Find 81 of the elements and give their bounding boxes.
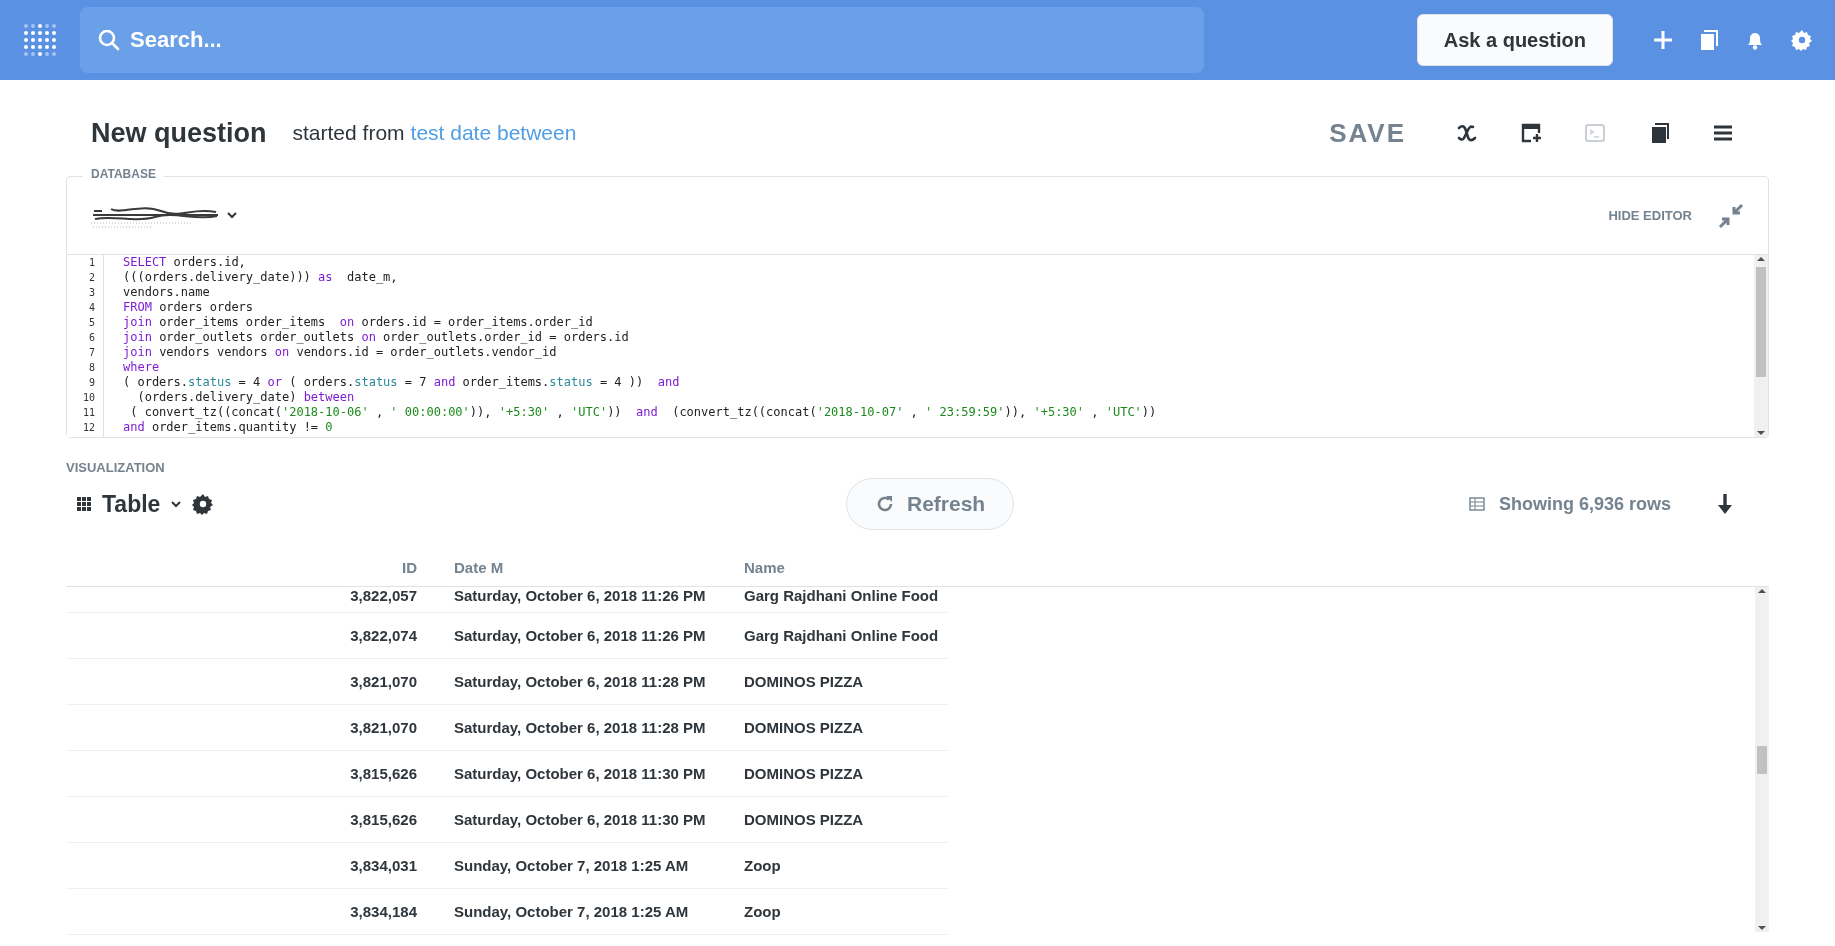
scrollbar-thumb[interactable] bbox=[1756, 267, 1766, 377]
table-cell-text: Sunday, October 7, 2018 1:25 AM bbox=[453, 857, 690, 874]
table-cell-text: Saturday, October 6, 2018 11:26 PM bbox=[453, 627, 707, 644]
visualization-type[interactable]: Table bbox=[102, 490, 161, 518]
table-cell-text: 3,834,031 bbox=[349, 857, 418, 874]
code-line: FROM orders orders bbox=[123, 300, 255, 315]
table-cell-text: Garg Rajdhani Online Food bbox=[743, 587, 940, 604]
code-line: and order_items.quantity != 0 bbox=[123, 420, 334, 435]
hide-editor-button[interactable]: HIDE EDITOR bbox=[1602, 207, 1698, 224]
column-header[interactable]: Date M bbox=[430, 559, 720, 576]
table-cell-text: Saturday, October 6, 2018 11:28 PM bbox=[453, 673, 707, 690]
table-cell-text: 3,834,184 bbox=[349, 903, 418, 920]
visualization-label: VISUALIZATION bbox=[66, 460, 166, 475]
table-cell-text: 3,815,626 bbox=[349, 765, 418, 782]
line-number: 6 bbox=[87, 331, 96, 345]
code-line: (orders.delivery_date) between bbox=[136, 390, 356, 405]
scroll-down-icon[interactable] bbox=[1756, 429, 1766, 437]
line-number: 8 bbox=[87, 361, 96, 375]
table-cell-text: Sunday, October 7, 2018 1:25 AM bbox=[453, 903, 690, 920]
variable-icon[interactable] bbox=[1456, 122, 1478, 144]
scrollbar[interactable] bbox=[1754, 255, 1768, 437]
code-line: join order_outlets order_outlets on order_outlets.order_id = orders.id bbox=[123, 330, 630, 345]
line-number: 4 bbox=[87, 301, 96, 315]
code-line: SELECT orders.id, bbox=[123, 255, 247, 270]
code-line: ( orders.status = 4 or ( orders.status = 7 and order_items.status = 4 )) and bbox=[123, 375, 681, 390]
ask-question-button[interactable]: Ask a question bbox=[1416, 14, 1613, 66]
line-number: 5 bbox=[87, 316, 96, 330]
table-cell-text: Saturday, October 6, 2018 11:30 PM bbox=[453, 811, 707, 828]
column-header[interactable]: ID bbox=[66, 559, 430, 576]
table-cell-text: 3,822,057 bbox=[349, 587, 418, 604]
code-line: join order_items order_items on orders.id = order_items.order_id bbox=[123, 315, 594, 330]
table-cell-text: 3,815,626 bbox=[349, 811, 418, 828]
table-cell-text: Zoop bbox=[743, 903, 782, 920]
line-number: 10 bbox=[81, 391, 96, 405]
search-field[interactable]: Search... bbox=[80, 7, 1204, 73]
add-window-icon[interactable] bbox=[1520, 122, 1542, 144]
table-cell-text: 3,821,070 bbox=[349, 673, 418, 690]
code-line: ( convert_tz((concat('2018-10-06' , ' 00:00:00')), '+5:30' , 'UTC')) and (convert_tz((concat('2018-10-07' , ' 23:59:59')), '+5:30' , 'UTC')) bbox=[129, 405, 1158, 420]
line-number: 9 bbox=[87, 376, 96, 390]
grid-icon bbox=[76, 496, 92, 512]
table-cell-text: DOMINOS PIZZA bbox=[743, 673, 865, 690]
collapse-icon[interactable] bbox=[1718, 202, 1744, 229]
row-count: Showing 6,936 rows bbox=[1498, 493, 1671, 515]
line-number: 1 bbox=[87, 256, 96, 270]
line-number: 3 bbox=[87, 286, 96, 300]
refresh-icon bbox=[875, 494, 895, 514]
table-cell-text: DOMINOS PIZZA bbox=[743, 811, 865, 828]
code-line: join vendors vendors on vendors.id = order_outlets.vendor_id bbox=[123, 345, 558, 360]
download-icon[interactable] bbox=[1717, 493, 1733, 515]
line-number: 12 bbox=[81, 421, 96, 435]
scroll-up-icon[interactable] bbox=[1757, 587, 1767, 595]
scroll-down-icon[interactable] bbox=[1757, 924, 1767, 932]
table-cell-text: Zoop bbox=[743, 857, 782, 874]
table-cell-text: 3,822,074 bbox=[349, 627, 418, 644]
table-cell-text: Saturday, October 6, 2018 11:30 PM bbox=[453, 765, 707, 782]
save-button[interactable]: SAVE bbox=[1329, 117, 1406, 149]
table-cell-text: 3,821,070 bbox=[349, 719, 418, 736]
question-title: New question bbox=[91, 117, 267, 149]
code-line: where bbox=[123, 360, 161, 375]
table-cell-text: DOMINOS PIZZA bbox=[743, 765, 865, 782]
line-number: 11 bbox=[81, 406, 96, 420]
table-cell-text: Saturday, October 6, 2018 11:28 PM bbox=[453, 719, 707, 736]
scroll-up-icon[interactable] bbox=[1756, 255, 1766, 263]
scrollbar-thumb[interactable] bbox=[1757, 745, 1767, 774]
table-cell-text: Saturday, October 6, 2018 11:26 PM bbox=[453, 587, 707, 604]
code-line: vendors.name bbox=[123, 285, 211, 300]
database-label: DATABASE bbox=[83, 167, 164, 181]
table-cell-text: Garg Rajdhani Online Food bbox=[743, 627, 940, 644]
started-from-label: started from bbox=[292, 121, 405, 145]
chevron-down-icon[interactable] bbox=[170, 500, 183, 508]
column-header[interactable]: Name bbox=[720, 559, 990, 576]
table-cell-text: DOMINOS PIZZA bbox=[743, 719, 865, 736]
source-question-link[interactable]: test date between bbox=[410, 121, 577, 145]
scrollbar[interactable] bbox=[1755, 587, 1769, 932]
plus-icon[interactable] bbox=[1653, 30, 1673, 50]
refresh-button[interactable]: Refresh bbox=[846, 478, 1015, 530]
table-icon bbox=[1468, 497, 1485, 511]
line-number: 2 bbox=[87, 271, 96, 285]
code-line: (((orders.delivery_date))) as date_m, bbox=[123, 270, 399, 285]
settings-icon[interactable] bbox=[192, 493, 215, 515]
line-number: 7 bbox=[87, 346, 96, 360]
